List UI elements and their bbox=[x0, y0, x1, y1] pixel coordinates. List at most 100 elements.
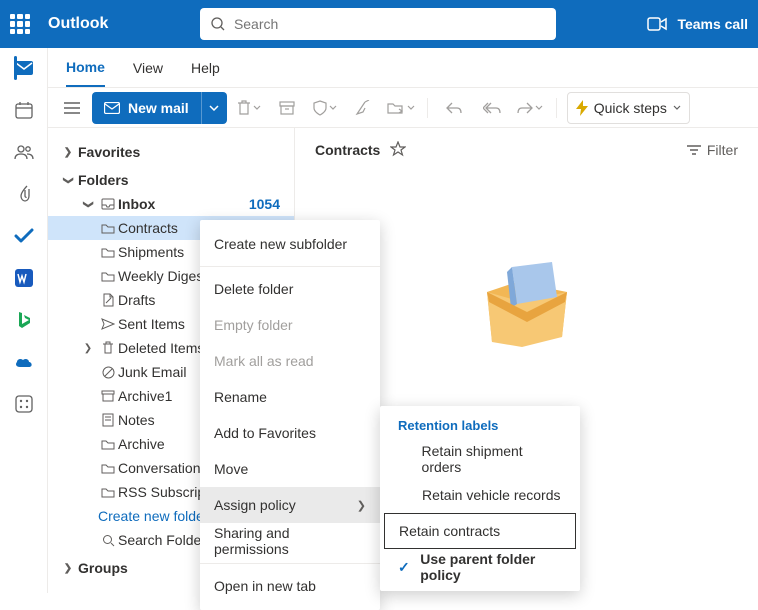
rail-mail-icon[interactable] bbox=[14, 58, 34, 78]
new-mail-dropdown[interactable] bbox=[201, 92, 227, 124]
policy-retain-shipment[interactable]: Retain shipment orders bbox=[380, 441, 580, 477]
chevron-down-icon bbox=[673, 105, 681, 110]
rail-onedrive-icon[interactable] bbox=[14, 352, 34, 372]
ctx-assign-policy[interactable]: Assign policy❯ bbox=[200, 487, 380, 523]
ctx-rename[interactable]: Rename bbox=[200, 379, 380, 415]
search-input[interactable] bbox=[234, 16, 546, 32]
app-launcher-icon[interactable] bbox=[10, 14, 30, 34]
ctx-empty-folder: Empty folder bbox=[200, 307, 380, 343]
app-header: Outlook Teams call bbox=[0, 0, 758, 48]
archive-icon bbox=[98, 390, 118, 402]
filter-button[interactable]: Filter bbox=[687, 142, 738, 158]
folder-inbox[interactable]: ❯Inbox1054 bbox=[48, 192, 294, 216]
rail-files-icon[interactable] bbox=[14, 184, 34, 204]
assign-policy-submenu: Retention labels Retain shipment orders … bbox=[380, 406, 580, 591]
toolbar-separator bbox=[427, 98, 428, 118]
folder-icon bbox=[98, 271, 118, 282]
folder-context-menu: Create new subfolder Delete folder Empty… bbox=[200, 220, 380, 610]
rail-people-icon[interactable] bbox=[14, 142, 34, 162]
mail-icon bbox=[104, 102, 120, 114]
report-button[interactable] bbox=[309, 94, 341, 122]
forward-icon bbox=[517, 102, 533, 114]
rail-bing-icon[interactable] bbox=[14, 310, 34, 330]
moveto-button[interactable] bbox=[385, 94, 417, 122]
submenu-title: Retention labels bbox=[380, 418, 580, 441]
chevron-down-icon bbox=[209, 105, 219, 111]
chevron-right-icon: ❯ bbox=[357, 499, 366, 512]
policy-use-parent[interactable]: ✓Use parent folder policy bbox=[380, 549, 580, 585]
sweep-button[interactable] bbox=[347, 94, 379, 122]
tab-help[interactable]: Help bbox=[191, 48, 220, 87]
inbox-icon bbox=[98, 198, 118, 210]
filter-label: Filter bbox=[707, 142, 738, 158]
list-title: Contracts bbox=[315, 142, 380, 158]
ctx-open-new-tab[interactable]: Open in new tab bbox=[200, 568, 380, 604]
favorites-label: Favorites bbox=[78, 144, 294, 160]
quick-steps-label: Quick steps bbox=[594, 100, 667, 116]
favorites-section[interactable]: ❯Favorites bbox=[48, 140, 294, 164]
folder-icon bbox=[98, 247, 118, 258]
delete-button[interactable] bbox=[233, 94, 265, 122]
toolbar-separator bbox=[556, 98, 557, 118]
folder-icon bbox=[98, 463, 118, 474]
folder-icon bbox=[98, 487, 118, 498]
chevron-down-icon bbox=[253, 105, 261, 110]
chevron-down-icon bbox=[407, 105, 415, 110]
search-icon bbox=[98, 534, 118, 547]
toolbar: New mail Quick steps bbox=[48, 88, 758, 128]
ctx-move[interactable]: Move bbox=[200, 451, 380, 487]
new-mail-button[interactable]: New mail bbox=[92, 92, 227, 124]
archive-icon bbox=[279, 101, 295, 115]
ctx-create-subfolder[interactable]: Create new subfolder bbox=[200, 226, 380, 262]
sent-icon bbox=[98, 318, 118, 330]
reply-all-button[interactable] bbox=[476, 94, 508, 122]
reply-all-icon bbox=[483, 102, 501, 114]
video-icon bbox=[647, 17, 667, 31]
folder-move-icon bbox=[387, 101, 405, 115]
ctx-separator bbox=[200, 563, 380, 564]
folder-icon bbox=[98, 439, 118, 450]
nav-toggle-icon[interactable] bbox=[58, 94, 86, 122]
tab-view[interactable]: View bbox=[133, 48, 163, 87]
teams-call-button[interactable]: Teams call bbox=[647, 16, 748, 32]
teams-call-label: Teams call bbox=[677, 16, 748, 32]
policy-retain-vehicle[interactable]: Retain vehicle records bbox=[380, 477, 580, 513]
rail-calendar-icon[interactable] bbox=[14, 100, 34, 120]
ctx-mark-all-read: Mark all as read bbox=[200, 343, 380, 379]
rail-word-icon[interactable] bbox=[14, 268, 34, 288]
junk-icon bbox=[98, 366, 118, 379]
new-mail-main[interactable]: New mail bbox=[92, 100, 201, 116]
quick-steps-button[interactable]: Quick steps bbox=[567, 92, 690, 124]
reply-button[interactable] bbox=[438, 94, 470, 122]
chevron-down-icon bbox=[535, 105, 543, 110]
inbox-count: 1054 bbox=[249, 196, 294, 212]
trash-icon bbox=[98, 341, 118, 355]
new-mail-label: New mail bbox=[128, 100, 189, 116]
filter-icon bbox=[687, 145, 701, 155]
shield-icon bbox=[313, 100, 327, 116]
search-icon bbox=[210, 16, 226, 32]
ctx-separator bbox=[200, 266, 380, 267]
tab-home[interactable]: Home bbox=[66, 48, 105, 87]
folders-section[interactable]: ❯Folders bbox=[48, 168, 294, 192]
search-box[interactable] bbox=[200, 8, 556, 40]
policy-retain-contracts[interactable]: Retain contracts bbox=[384, 513, 576, 549]
left-app-rail bbox=[0, 48, 48, 593]
trash-icon bbox=[237, 100, 251, 116]
rail-todo-icon[interactable] bbox=[14, 226, 34, 246]
chevron-down-icon bbox=[329, 105, 337, 110]
favorite-star-icon[interactable] bbox=[390, 141, 406, 160]
inbox-label: Inbox bbox=[118, 196, 249, 212]
ctx-sharing[interactable]: Sharing and permissions bbox=[200, 523, 380, 559]
folders-label: Folders bbox=[78, 172, 294, 188]
broom-icon bbox=[355, 100, 371, 116]
checkmark-icon: ✓ bbox=[398, 559, 412, 576]
brand-label: Outlook bbox=[48, 15, 108, 33]
forward-button[interactable] bbox=[514, 94, 546, 122]
rail-more-apps-icon[interactable] bbox=[14, 394, 34, 414]
ribbon-tabs: Home View Help bbox=[48, 48, 758, 88]
drafts-icon bbox=[98, 293, 118, 307]
ctx-delete-folder[interactable]: Delete folder bbox=[200, 271, 380, 307]
archive-button[interactable] bbox=[271, 94, 303, 122]
ctx-add-favorites[interactable]: Add to Favorites bbox=[200, 415, 380, 451]
